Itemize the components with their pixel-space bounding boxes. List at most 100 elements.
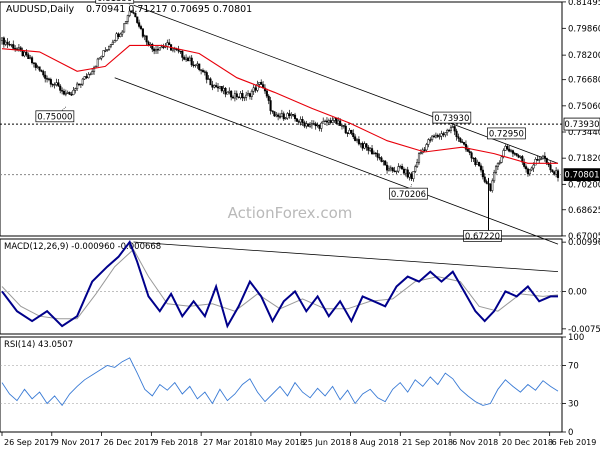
candle-body — [145, 35, 148, 43]
candle-body — [295, 118, 298, 122]
candle-body — [389, 167, 392, 170]
candle-body — [346, 132, 349, 134]
candle-body — [448, 129, 451, 132]
candle-body — [153, 48, 156, 52]
x-tick-label: 27 Mar 2018 — [203, 438, 254, 447]
candle-body — [369, 148, 372, 151]
candle-body — [440, 133, 443, 137]
candle-body — [277, 114, 280, 117]
candle-body — [275, 114, 278, 117]
candle-body — [310, 123, 313, 126]
price-tick-label: 0.70200 — [568, 180, 600, 190]
candle-body — [427, 139, 430, 145]
candle-body — [292, 114, 295, 116]
candle-body — [57, 82, 60, 87]
candle-body — [177, 49, 180, 52]
candle-body — [124, 21, 128, 25]
candle-body — [476, 161, 479, 165]
candle-body — [53, 84, 56, 86]
candle-body — [141, 28, 144, 37]
rsi-tick-label: 30 — [568, 400, 579, 410]
candle-body — [258, 82, 261, 85]
candle-body — [205, 72, 208, 80]
annotation-label-4: 0.70206 — [391, 190, 426, 200]
candle-body — [324, 120, 327, 123]
candle-body — [376, 153, 379, 158]
candle-body — [68, 92, 71, 95]
candle-body — [108, 45, 111, 50]
candle-body — [419, 152, 422, 154]
candle-body — [474, 158, 477, 165]
candle-body — [425, 144, 428, 151]
candle-body — [237, 96, 240, 98]
candle-body — [316, 124, 319, 127]
candle-body — [513, 153, 516, 155]
candle-body — [273, 111, 276, 117]
candle-body — [267, 95, 270, 101]
candle-body — [386, 164, 389, 171]
candle-body — [508, 148, 511, 152]
candle-body — [526, 168, 529, 175]
candle-body — [530, 167, 533, 171]
candle-body — [215, 85, 218, 88]
candle-body — [77, 83, 81, 86]
candle-body — [354, 136, 357, 141]
candle-body — [335, 117, 338, 124]
candle-body — [66, 92, 69, 94]
candle-body — [431, 135, 434, 141]
candle-body — [42, 71, 45, 76]
candle-body — [442, 133, 445, 136]
candle-body — [528, 169, 531, 175]
candle-body — [117, 33, 120, 37]
candle-body — [12, 44, 15, 49]
candle-body — [85, 76, 88, 79]
candle-body — [532, 164, 535, 169]
x-tick-label: 21 Sep 2018 — [402, 438, 453, 447]
candle-body — [457, 136, 460, 139]
candle-body — [545, 157, 548, 164]
candle-body — [185, 57, 188, 60]
candle-body — [87, 74, 90, 79]
candle-body — [339, 120, 342, 126]
candle-body — [444, 132, 447, 136]
candle-body — [222, 88, 225, 92]
candle-body — [325, 120, 329, 123]
candle-body — [406, 169, 409, 178]
candle-body — [540, 158, 543, 160]
candle-body — [154, 49, 158, 52]
candle-body — [374, 152, 377, 155]
price-tick-label: 0.76680 — [568, 76, 600, 86]
candle-body — [190, 57, 193, 66]
candle-body — [509, 150, 513, 152]
candle-body — [183, 57, 186, 60]
candle-body — [466, 149, 469, 152]
candle-body — [143, 35, 146, 37]
candle-body — [309, 124, 312, 127]
candle-body — [46, 78, 49, 80]
x-tick-label: 6 Nov 2018 — [452, 438, 498, 447]
candle-body — [61, 90, 64, 92]
candle-body — [123, 23, 126, 33]
candle-body — [402, 168, 406, 174]
candle-body — [416, 162, 419, 167]
x-tick-label: 20 Dec 2018 — [502, 438, 553, 447]
candle-body — [62, 90, 66, 95]
candle-body — [115, 33, 118, 41]
annotation-label-5: 0.67220 — [465, 232, 500, 242]
candle-body — [233, 93, 236, 99]
annotation-label-3: 0.72950 — [489, 130, 524, 140]
candle-body — [106, 49, 109, 51]
candle-body — [429, 139, 432, 141]
candle-body — [228, 90, 231, 93]
candle-body — [553, 171, 556, 175]
candle-body — [166, 42, 169, 47]
x-tick-label: 25 Jun 2018 — [303, 438, 351, 447]
candle-body — [556, 170, 560, 178]
ohlc-readout: 0.70941 0.71217 0.70695 0.70801 — [86, 4, 252, 15]
candle-body — [96, 58, 99, 67]
candle-body — [543, 155, 546, 159]
candle-body — [370, 148, 374, 155]
candle-body — [342, 125, 345, 127]
candle-body — [293, 114, 297, 120]
candle-body — [243, 96, 246, 99]
